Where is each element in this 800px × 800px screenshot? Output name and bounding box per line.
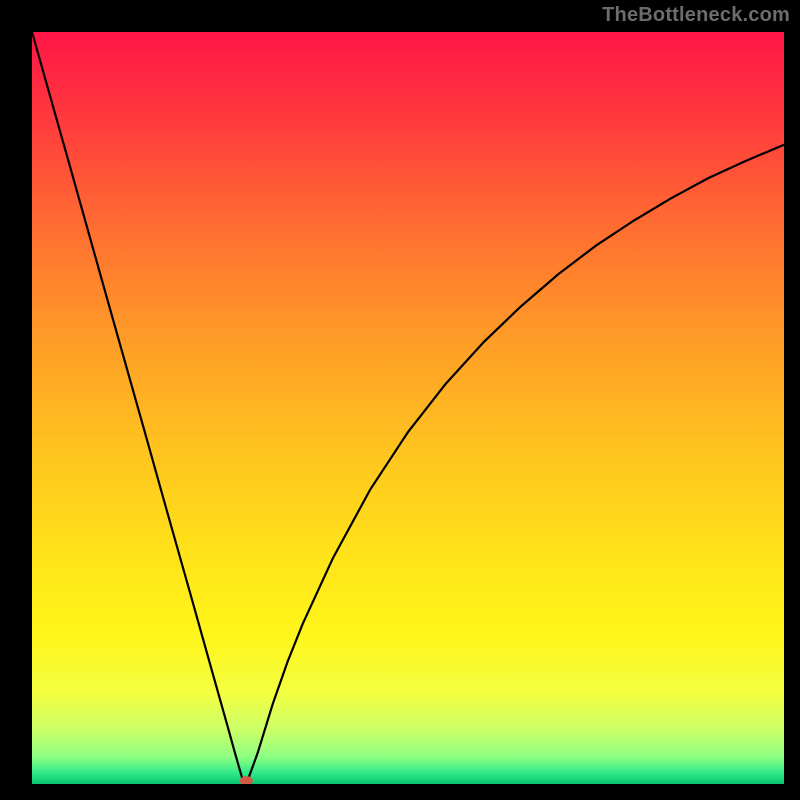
plot-area (32, 32, 784, 784)
chart-svg (32, 32, 784, 784)
chart-frame: TheBottleneck.com (0, 0, 800, 800)
watermark-text: TheBottleneck.com (602, 4, 790, 27)
gradient-background (32, 32, 784, 784)
